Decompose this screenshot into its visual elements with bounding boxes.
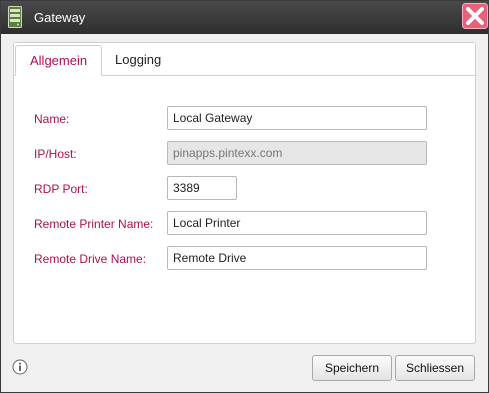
remote-printer-label: Remote Printer Name: xyxy=(34,217,154,231)
remote-printer-input[interactable] xyxy=(167,211,427,235)
title-bar[interactable]: Gateway xyxy=(1,1,488,34)
dialog-content: Allgemein Logging Name: IP/Host: RDP Por… xyxy=(1,34,488,392)
remote-drive-input[interactable] xyxy=(167,246,427,270)
window-title: Gateway xyxy=(34,10,86,25)
close-button[interactable]: Schliessen xyxy=(395,355,475,381)
remote-drive-label: Remote Drive Name: xyxy=(34,252,147,266)
close-window-button[interactable] xyxy=(462,3,488,29)
tab-panel: Allgemein Logging Name: IP/Host: RDP Por… xyxy=(13,42,476,344)
tab-logging[interactable]: Logging xyxy=(101,45,175,75)
tab-bar: Allgemein Logging xyxy=(14,43,475,76)
host-label: IP/Host: xyxy=(34,147,77,161)
gateway-dialog: Gateway Allgemein Logging Name: IP/Host:… xyxy=(0,0,489,393)
close-icon xyxy=(462,3,488,29)
rdp-port-input[interactable] xyxy=(167,176,237,200)
name-label: Name: xyxy=(34,112,70,126)
server-icon xyxy=(8,6,22,28)
save-button[interactable]: Speichern xyxy=(312,355,392,381)
info-icon[interactable] xyxy=(12,359,28,375)
name-input[interactable] xyxy=(167,106,427,130)
host-input xyxy=(167,141,427,165)
tab-allgemein[interactable]: Allgemein xyxy=(15,45,103,76)
rdp-port-label: RDP Port: xyxy=(34,182,88,196)
